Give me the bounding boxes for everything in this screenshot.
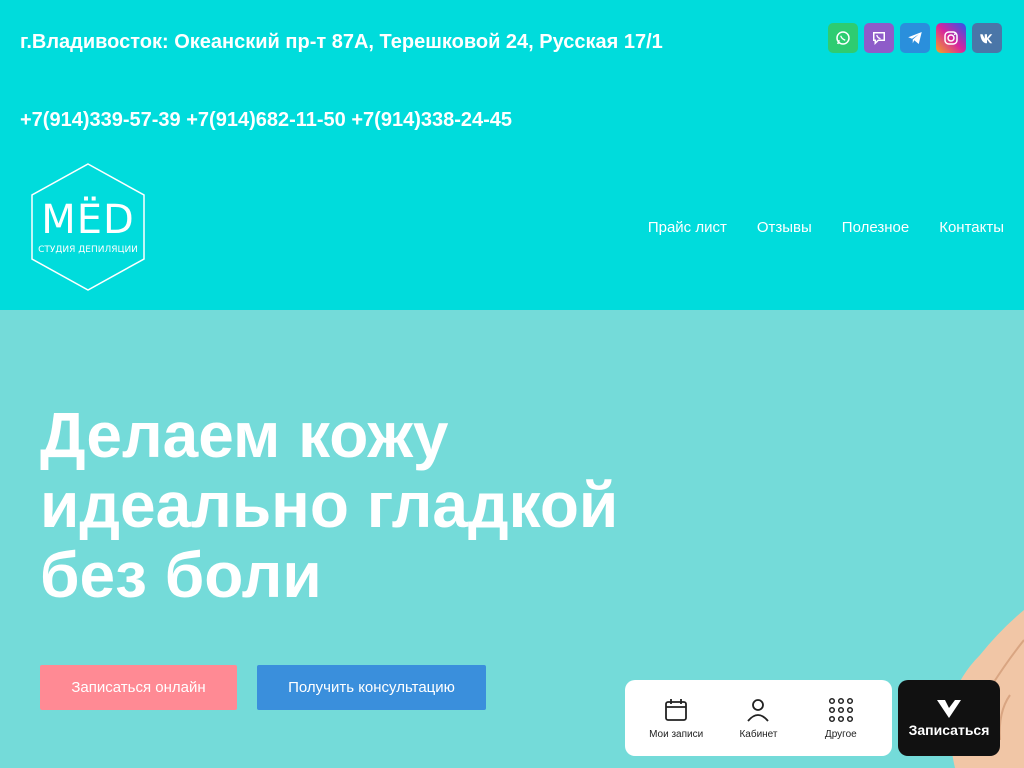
logo-subtitle: СТУДИЯ ДЕПИЛЯЦИИ (38, 245, 138, 255)
book-widget-label: Записаться (908, 722, 990, 738)
telegram-icon[interactable] (900, 23, 930, 53)
viber-icon[interactable] (864, 23, 894, 53)
my-bookings-item[interactable]: Мои записи (641, 697, 711, 740)
my-bookings-label: Мои записи (649, 728, 704, 740)
instagram-icon[interactable] (936, 23, 966, 53)
get-consultation-button[interactable]: Получить консультацию (257, 665, 486, 710)
other-item[interactable]: Другое (806, 697, 876, 740)
site-header: г.Владивосток: Океанский пр-т 87А, Тереш… (0, 0, 1024, 310)
other-label: Другое (824, 728, 857, 740)
social-links (828, 23, 1002, 53)
nav-price-list[interactable]: Прайс лист (648, 217, 727, 239)
cabinet-item[interactable]: Кабинет (723, 697, 793, 740)
vk-icon[interactable] (972, 23, 1002, 53)
whatsapp-icon[interactable] (828, 23, 858, 53)
logo-title: MËD (41, 197, 135, 243)
user-icon (747, 698, 770, 722)
book-online-button[interactable]: Записаться онлайн (40, 665, 237, 710)
grid-icon (828, 697, 853, 722)
nav-useful[interactable]: Полезное (842, 217, 909, 239)
logo[interactable]: MËD СТУДИЯ ДЕПИЛЯЦИИ (28, 162, 148, 292)
nav-contacts[interactable]: Контакты (939, 217, 1004, 239)
book-widget-button[interactable]: Записаться (898, 680, 1000, 756)
booking-widget: Мои записи Кабинет Другое (625, 680, 892, 756)
main-nav: Прайс лист Отзывы Полезное Контакты (648, 217, 1004, 239)
cabinet-label: Кабинет (739, 728, 778, 740)
hero-title: Делаем кожу идеально гладкой без боли (40, 399, 619, 611)
nav-reviews[interactable]: Отзывы (757, 217, 812, 239)
calendar-icon (665, 698, 688, 721)
checkmark-logo-icon (937, 700, 961, 718)
phone-numbers[interactable]: +7(914)339-57-39 +7(914)682-11-50 +7(914… (20, 100, 512, 140)
address-text: г.Владивосток: Океанский пр-т 87А, Тереш… (20, 31, 663, 53)
